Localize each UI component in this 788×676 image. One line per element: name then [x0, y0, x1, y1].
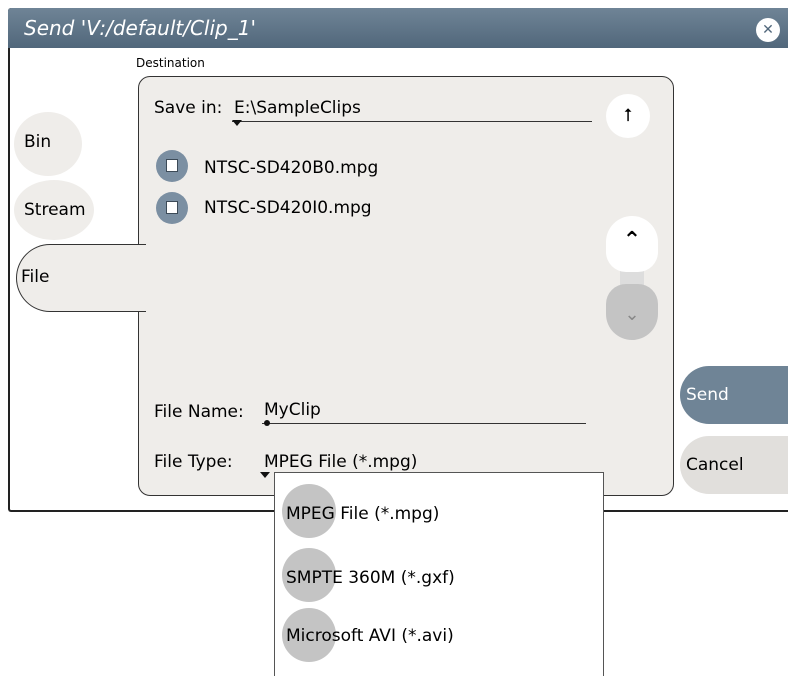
cancel-button[interactable]: Cancel — [680, 436, 788, 494]
file-icon — [156, 192, 188, 224]
close-icon[interactable]: ✕ — [756, 18, 780, 42]
save-in-select[interactable]: E:\SampleClips — [234, 98, 361, 118]
file-icon — [156, 150, 188, 182]
file-type-select[interactable]: MPEG File (*.mpg) — [264, 452, 417, 472]
file-item[interactable]: NTSC-SD420B0.mpg — [204, 158, 378, 178]
send-button[interactable]: Send — [680, 366, 788, 424]
scroll-down-icon[interactable]: ⌄ — [606, 284, 658, 340]
destination-label: Destination — [136, 56, 205, 70]
dropdown-arrow-icon[interactable] — [232, 120, 242, 126]
file-name-input[interactable]: MyClip — [264, 400, 321, 420]
file-name-underline — [262, 423, 586, 424]
tab-file-label: File — [21, 267, 50, 287]
tab-bin-label: Bin — [24, 132, 52, 152]
save-in-underline — [232, 121, 592, 122]
file-type-label: File Type: — [154, 452, 233, 472]
tab-file[interactable]: File — [16, 244, 146, 312]
send-button-label: Send — [686, 385, 729, 405]
dropdown-arrow-icon[interactable] — [260, 472, 270, 478]
cancel-button-label: Cancel — [686, 455, 744, 475]
file-name-label: File Name: — [154, 402, 244, 422]
window-title: Send 'V:/default/Clip_1' — [24, 16, 256, 40]
scroll-up-icon[interactable]: ⌃ — [606, 216, 658, 272]
file-item[interactable]: NTSC-SD420I0.mpg — [204, 198, 372, 218]
dropdown-option[interactable]: SMPTE 360M (*.gxf) — [286, 568, 455, 588]
tab-stream-label: Stream — [24, 200, 86, 220]
tab-file-connector — [132, 245, 148, 311]
tab-stream[interactable]: Stream — [14, 180, 94, 240]
dropdown-option[interactable]: Microsoft AVI (*.avi) — [286, 626, 454, 646]
dropdown-option[interactable]: MPEG File (*.mpg) — [286, 504, 439, 524]
text-cursor-icon — [264, 420, 270, 426]
destination-panel — [138, 76, 674, 496]
up-folder-icon[interactable]: ⭡ — [606, 94, 650, 138]
save-in-label: Save in: — [154, 98, 223, 118]
tab-bin[interactable]: Bin — [14, 112, 82, 176]
